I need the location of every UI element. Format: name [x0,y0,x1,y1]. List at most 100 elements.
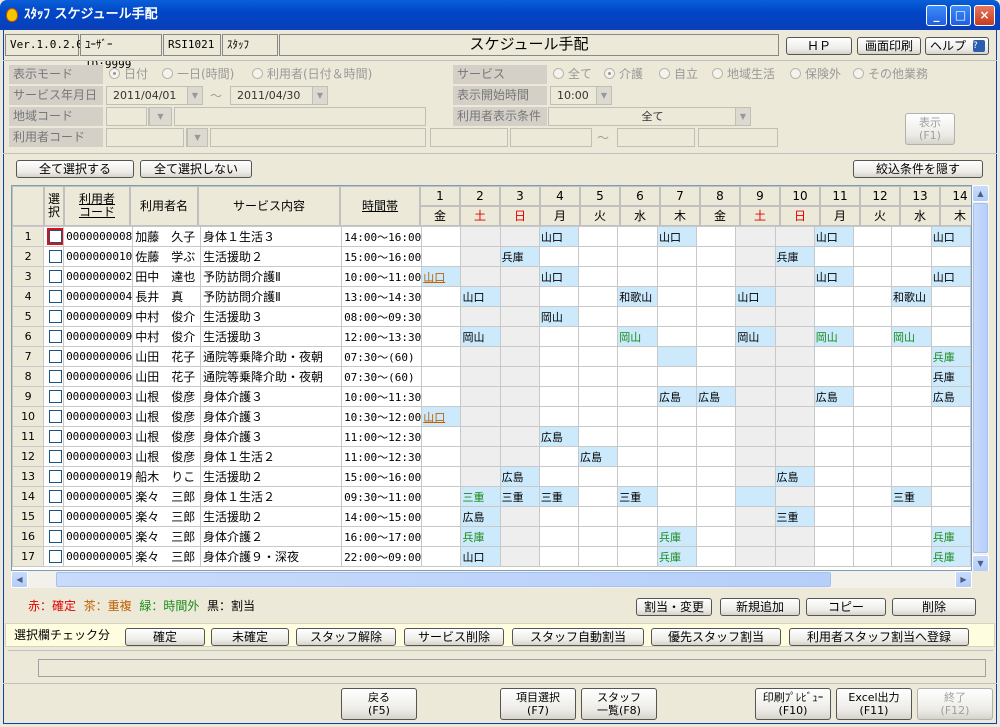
schedule-cell-day-7[interactable] [656,306,698,327]
schedule-cell-day-3[interactable] [499,286,540,307]
schedule-cell-day-8[interactable] [696,486,737,507]
schedule-cell-day-14[interactable] [930,406,971,427]
schedule-cell-day-10[interactable]: 広島 [774,466,815,487]
schedule-cell-day-6[interactable] [617,226,658,247]
schedule-cell-day-12[interactable] [852,246,892,267]
radio-date[interactable]: 日付 [109,65,148,84]
schedule-cell-day-14[interactable] [930,426,971,447]
schedule-cell-day-9[interactable] [735,366,776,387]
schedule-cell-day-13[interactable]: 岡山 [890,326,932,347]
schedule-cell-day-14[interactable]: 広島 [930,386,971,407]
row-checkbox[interactable] [49,429,63,443]
select-cell[interactable] [43,526,65,547]
schedule-cell-day-7[interactable]: 兵庫 [656,526,698,547]
schedule-cell-day-3[interactable] [499,366,540,387]
schedule-cell-day-9[interactable] [735,546,776,567]
schedule-cell-day-2[interactable] [460,406,501,427]
schedule-cell-day-6[interactable] [617,346,658,367]
schedule-cell-day-9[interactable] [735,386,776,407]
schedule-cell-day-10[interactable] [774,526,815,547]
schedule-cell-day-3[interactable] [499,446,540,467]
schedule-cell-day-3[interactable] [499,346,540,367]
schedule-cell-day-4[interactable] [538,546,580,567]
row-checkbox[interactable] [49,469,63,483]
schedule-cell-day-3[interactable] [499,506,540,527]
schedule-cell-day-4[interactable]: 広島 [538,426,580,447]
schedule-cell-day-12[interactable] [852,386,892,407]
schedule-cell-day-6[interactable]: 和歌山 [617,286,658,307]
schedule-cell-day-14[interactable]: 兵庫 [930,346,971,367]
schedule-cell-day-11[interactable]: 広島 [813,386,854,407]
schedule-cell-day-5[interactable]: 広島 [578,446,619,467]
minimize-button[interactable]: _ [926,5,947,26]
schedule-cell-day-1[interactable] [421,546,462,567]
schedule-cell-day-9[interactable] [735,526,776,547]
schedule-cell-day-6[interactable] [617,466,658,487]
schedule-cell-day-2[interactable] [460,226,501,247]
schedule-cell-day-8[interactable] [696,366,737,387]
schedule-cell-day-9[interactable] [735,226,776,247]
schedule-cell-day-13[interactable]: 和歌山 [890,286,932,307]
schedule-cell-day-1[interactable] [421,446,462,467]
schedule-cell-day-4[interactable] [538,346,580,367]
schedule-cell-day-14[interactable]: 兵庫 [930,526,971,547]
staff-auto-assign-button[interactable]: スタッフ自動割当 [512,628,644,646]
schedule-cell-day-8[interactable] [696,526,737,547]
schedule-cell-day-5[interactable] [578,426,619,447]
schedule-cell-day-12[interactable] [852,366,892,387]
schedule-cell-day-14[interactable] [930,506,971,527]
schedule-cell-day-5[interactable] [578,526,619,547]
back-button[interactable]: 戻る (F5) [341,688,417,720]
schedule-cell-day-8[interactable] [696,406,737,427]
row-checkbox[interactable] [49,269,63,283]
schedule-cell-day-7[interactable] [656,246,698,267]
schedule-cell-day-2[interactable] [460,306,501,327]
row-checkbox[interactable] [49,249,63,263]
radio-service-all[interactable]: 全て [553,65,592,84]
schedule-cell-day-1[interactable]: 山口 [421,266,462,287]
schedule-cell-day-2[interactable] [460,346,501,367]
schedule-cell-day-4[interactable] [538,406,580,427]
schedule-cell-day-12[interactable] [852,306,892,327]
schedule-cell-day-10[interactable] [774,426,815,447]
schedule-cell-day-13[interactable] [890,386,932,407]
radio-service-independent[interactable]: 自立 [659,65,698,84]
schedule-cell-day-3[interactable] [499,226,540,247]
schedule-cell-day-14[interactable] [930,246,971,267]
select-cell[interactable] [43,266,65,287]
schedule-cell-day-1[interactable] [421,506,462,527]
schedule-cell-day-13[interactable] [890,266,932,287]
table-row[interactable]: 5 0000000009 中村 俊介 生活援助３ 08:00～09:30 岡山 [12,306,971,327]
schedule-cell-day-5[interactable] [578,286,619,307]
schedule-cell-day-10[interactable] [774,306,815,327]
schedule-cell-day-2[interactable] [460,246,501,267]
schedule-cell-day-10[interactable] [774,446,815,467]
select-cell[interactable] [43,226,65,247]
select-cell[interactable] [43,366,65,387]
schedule-cell-day-13[interactable] [890,306,932,327]
schedule-cell-day-13[interactable] [890,466,932,487]
schedule-cell-day-2[interactable] [460,266,501,287]
schedule-cell-day-12[interactable] [852,426,892,447]
schedule-cell-day-9[interactable] [735,266,776,287]
horizontal-scrollbar[interactable]: ◀ ▶ [11,571,972,588]
schedule-cell-day-13[interactable]: 三重 [890,486,932,507]
row-checkbox[interactable] [49,529,63,543]
select-cell[interactable] [43,386,65,407]
copy-button[interactable]: コピー [806,598,886,616]
schedule-cell-day-7[interactable] [656,326,698,347]
table-row[interactable]: 1 0000000008 加藤 久子 身体１生活３ 14:00～16:00 山口 山口 山口 山… [12,226,971,247]
schedule-cell-day-10[interactable] [774,386,815,407]
schedule-cell-day-7[interactable] [656,346,698,367]
close-button[interactable]: × [974,5,995,26]
select-cell[interactable] [43,506,65,527]
unconfirm-button[interactable]: 未確定 [211,628,289,646]
table-row[interactable]: 15 0000000005 楽々 三郎 生活援助２ 14:00～15:00 広島 三重 [12,506,971,527]
schedule-cell-day-1[interactable] [421,326,462,347]
schedule-cell-day-11[interactable] [813,286,854,307]
schedule-cell-day-7[interactable] [656,466,698,487]
schedule-cell-day-8[interactable] [696,506,737,527]
print-preview-button[interactable]: 印刷ﾌﾟﾚﾋﾞｭｰ (F10) [755,688,831,720]
select-cell[interactable] [43,306,65,327]
schedule-cell-day-11[interactable] [813,526,854,547]
